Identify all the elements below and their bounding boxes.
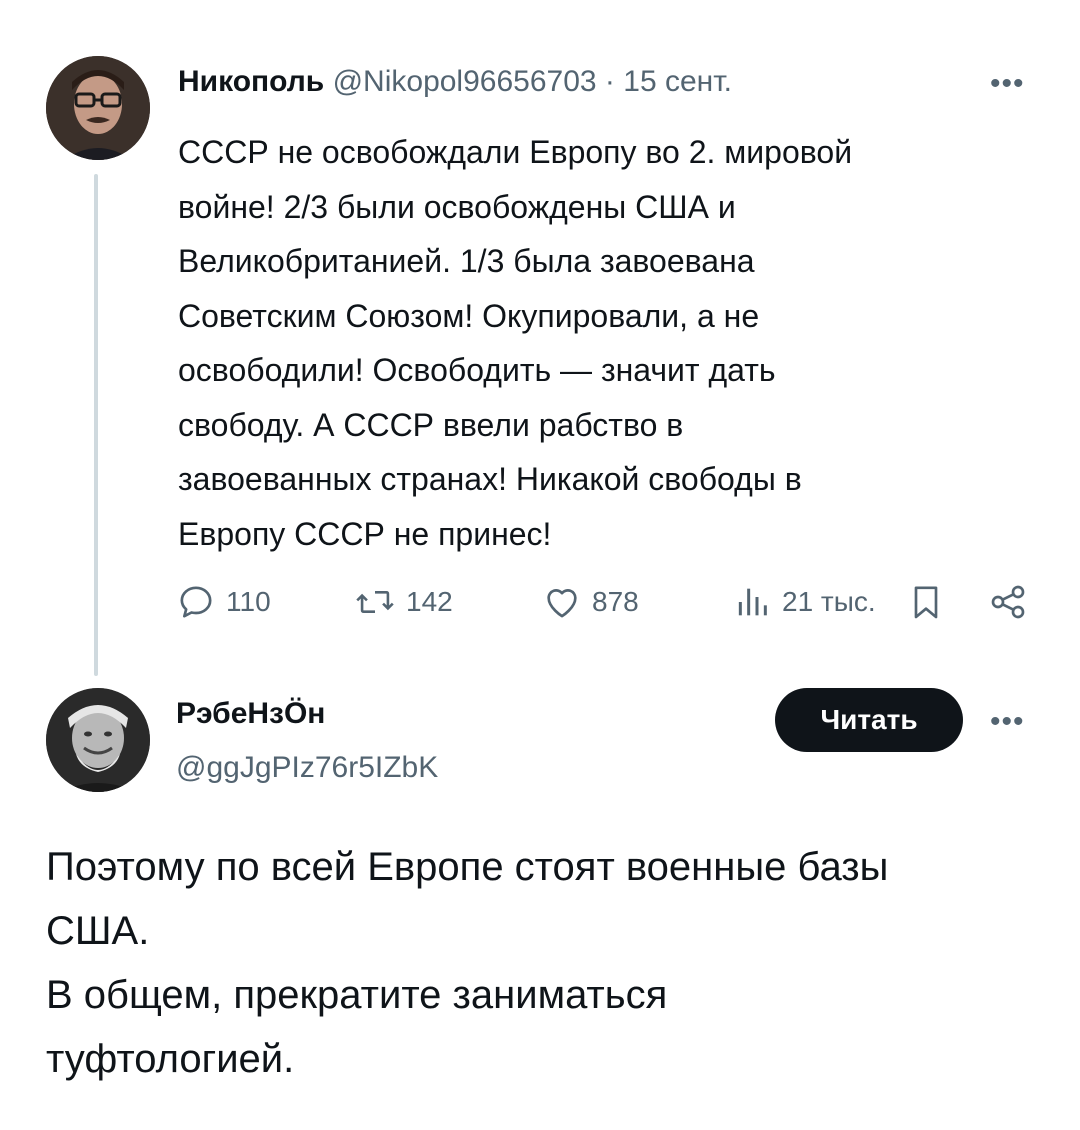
reply-author-name[interactable]: РэбеНзÖн [176, 694, 325, 734]
like-icon [542, 582, 582, 622]
views-button[interactable]: 21 тыс. [732, 580, 876, 624]
share-icon [988, 582, 1028, 622]
reply-count: 110 [226, 586, 271, 617]
repost-button[interactable]: 142 [354, 580, 453, 624]
header-separator: · [604, 65, 615, 98]
tweet-header: Никополь @Nikopol96656703 · 15 сент. [178, 62, 732, 102]
author-name[interactable]: Никополь [178, 65, 324, 98]
tweet-actions-bar: 110 142 878 21 тыс. [176, 580, 1056, 624]
tweet-date[interactable]: 15 сент. [623, 65, 732, 98]
author-handle[interactable]: @Nikopol96656703 [333, 65, 597, 98]
reply-button[interactable]: 110 [176, 580, 271, 624]
more-icon[interactable]: ••• [990, 707, 1025, 737]
bookmark-icon [906, 582, 946, 622]
like-button[interactable]: 878 [542, 580, 639, 624]
like-count: 878 [592, 586, 639, 617]
tweet-text: СССР не освобождали Европу во 2. мировой… [178, 134, 853, 552]
repost-icon [354, 582, 396, 622]
more-icon[interactable]: ••• [990, 69, 1025, 99]
thread-connector-line [94, 174, 98, 676]
views-count: 21 тыс. [782, 586, 876, 617]
reply-text: Поэтому по всей Европе стоят военные баз… [46, 845, 889, 1081]
repost-count: 142 [406, 586, 453, 617]
follow-button[interactable]: Читать [775, 688, 963, 752]
reply-icon [176, 582, 216, 622]
share-button[interactable] [988, 580, 1028, 624]
avatar[interactable] [46, 688, 150, 792]
reply-author-handle[interactable]: @ggJgPIz76r5IZbK [176, 748, 438, 788]
views-icon [732, 582, 772, 622]
bookmark-button[interactable] [906, 580, 946, 624]
avatar[interactable] [46, 56, 150, 160]
